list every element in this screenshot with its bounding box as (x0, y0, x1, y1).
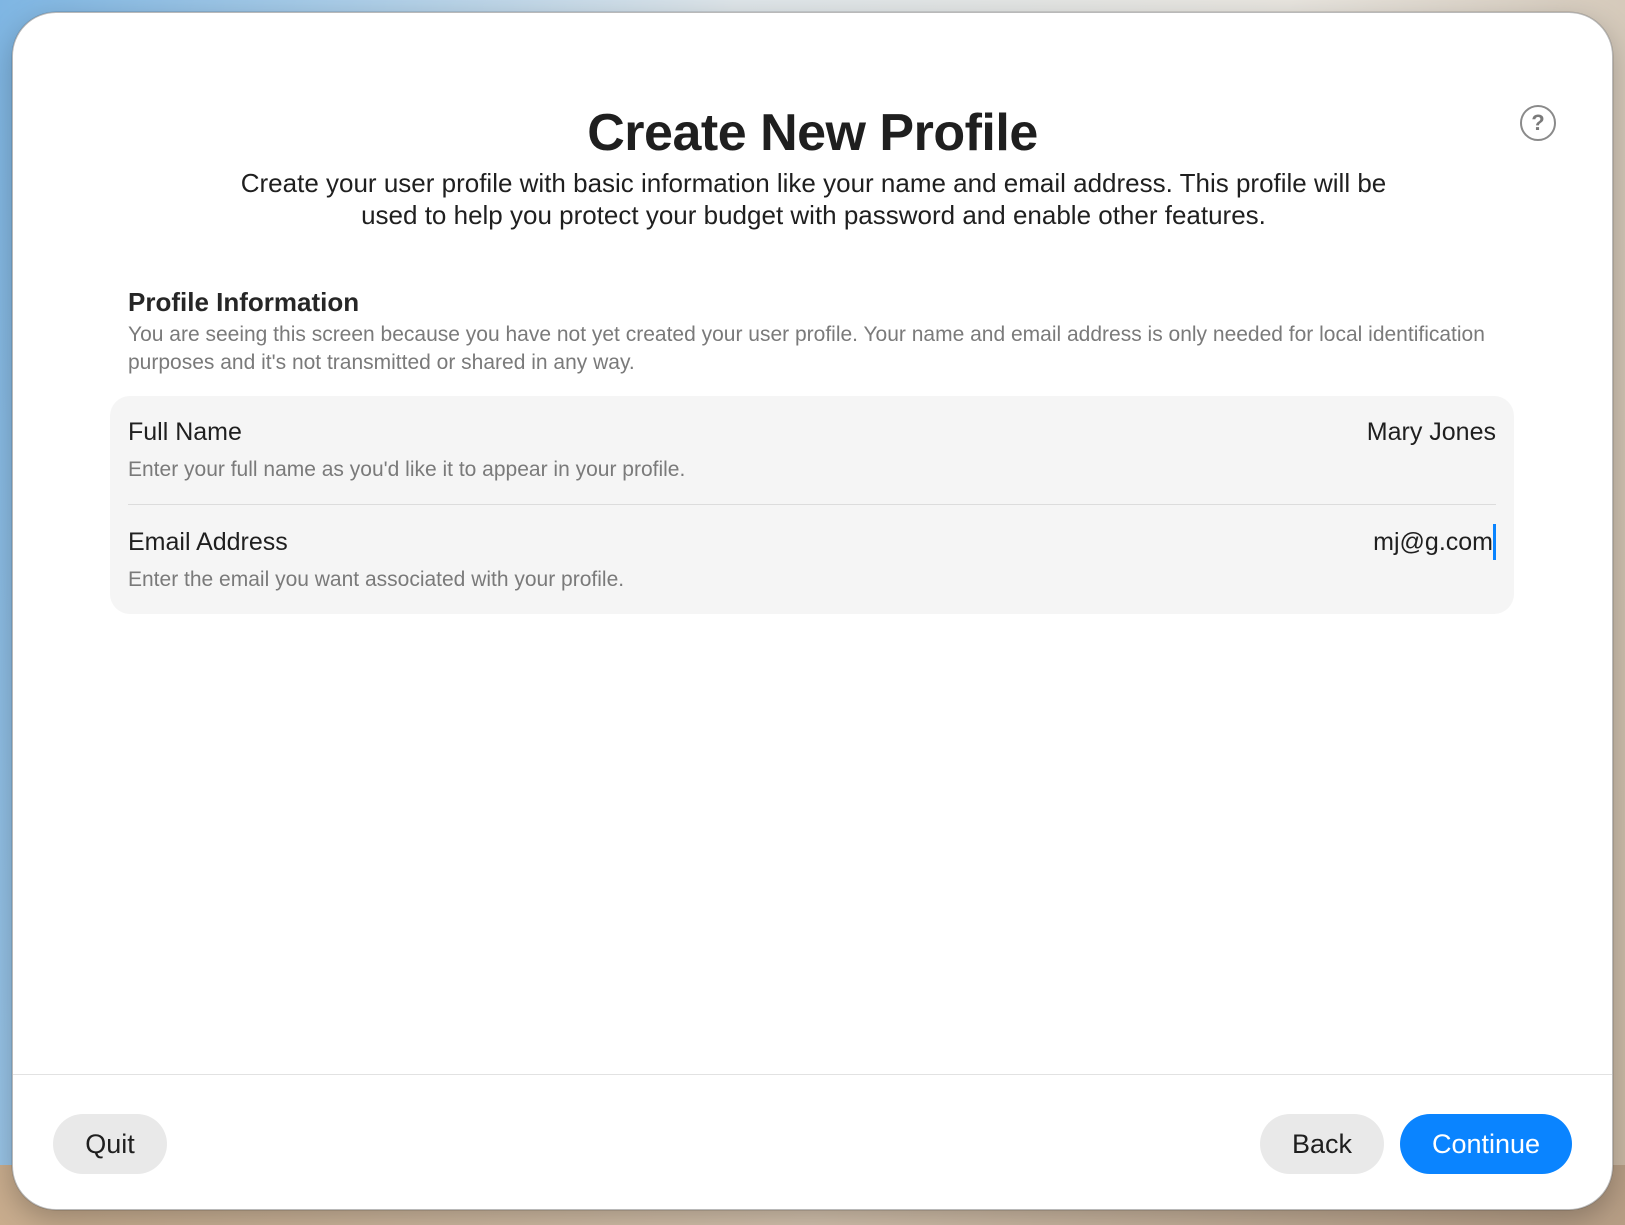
create-profile-dialog: ? Create New Profile Create your user pr… (12, 12, 1613, 1210)
page-subtitle: Create your user profile with basic info… (240, 168, 1387, 230)
email-row: Email Address Enter the email you want a… (110, 506, 1514, 614)
full-name-label: Full Name (128, 418, 242, 446)
footer-divider (13, 1074, 1612, 1075)
full-name-hint: Enter your full name as you'd like it to… (128, 458, 686, 481)
back-button[interactable]: Back (1260, 1114, 1384, 1174)
profile-form-card: Full Name Enter your full name as you'd … (110, 396, 1514, 614)
full-name-field[interactable] (1076, 414, 1496, 450)
email-field[interactable] (1076, 524, 1496, 560)
email-hint: Enter the email you want associated with… (128, 568, 625, 591)
section-title: Profile Information (128, 287, 360, 317)
page-title: Create New Profile (587, 104, 1038, 162)
continue-button[interactable]: Continue (1400, 1114, 1572, 1174)
row-divider (128, 504, 1496, 505)
email-label: Email Address (128, 528, 288, 556)
full-name-row: Full Name Enter your full name as you'd … (110, 396, 1514, 504)
quit-button[interactable]: Quit (53, 1114, 167, 1174)
section-description: You are seeing this screen because you h… (128, 323, 1485, 374)
